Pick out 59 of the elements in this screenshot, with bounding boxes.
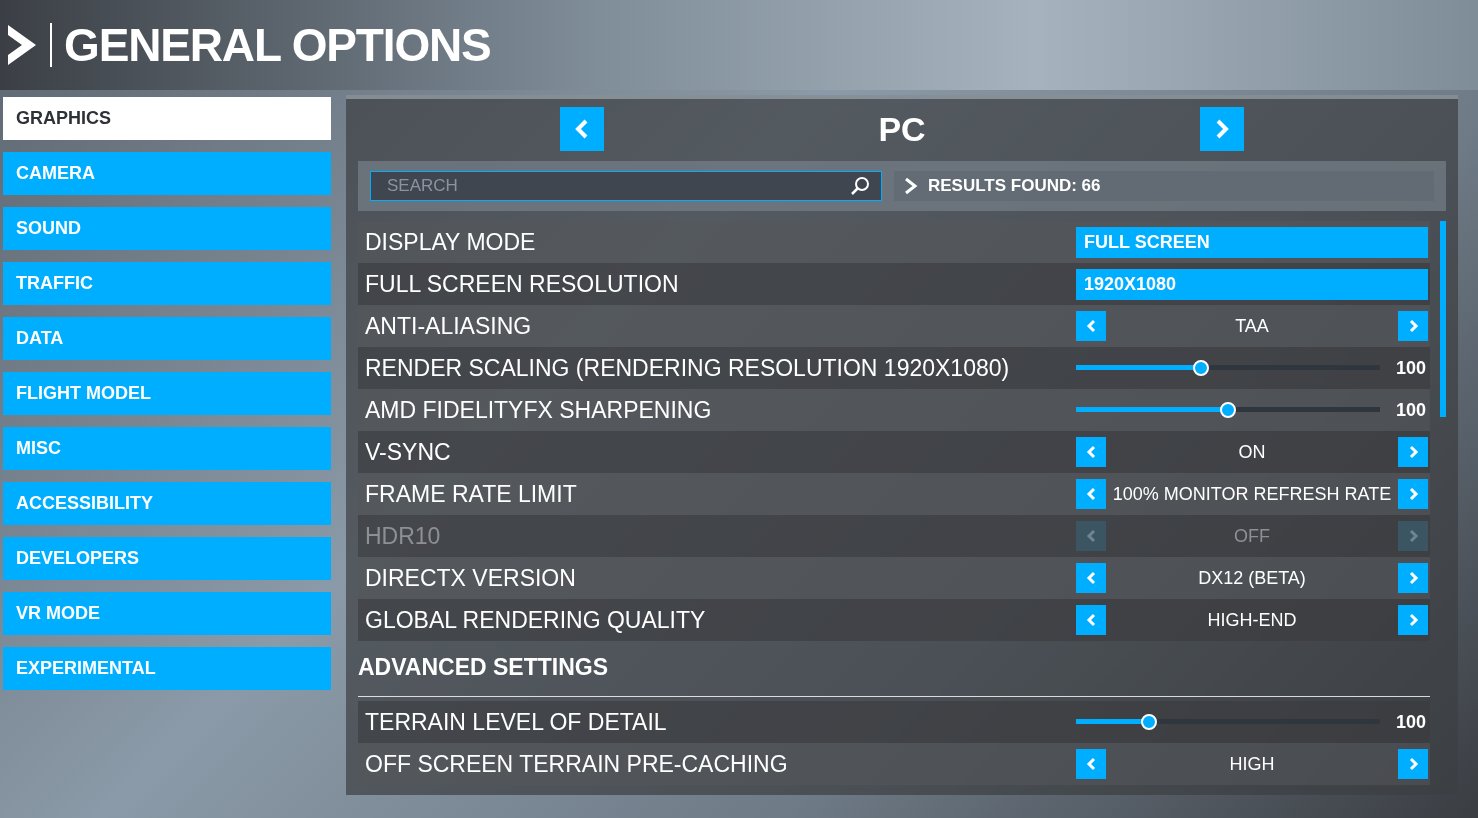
previous-button[interactable] [1076, 479, 1107, 509]
setting-label: GLOBAL RENDERING QUALITY [365, 605, 706, 635]
setting-label: DISPLAY MODE [365, 227, 536, 257]
search-field[interactable]: SEARCH [370, 171, 882, 201]
next-button[interactable] [1398, 563, 1429, 593]
sidebar-tab[interactable]: MISC [3, 427, 331, 470]
sidebar-tab[interactable]: ACCESSIBILITY [3, 482, 331, 525]
setting-label: V-SYNC [365, 437, 451, 467]
next-button[interactable] [1398, 749, 1429, 779]
selector-value: OFF [1233, 524, 1272, 548]
setting-label: FULL SCREEN RESOLUTION [365, 269, 679, 299]
previous-button[interactable] [1076, 563, 1107, 593]
slider-thumb[interactable] [1141, 714, 1157, 730]
setting-label: AMD FIDELITYFX SHARPENING [365, 395, 712, 425]
sidebar-tab[interactable]: SOUND [3, 207, 331, 250]
next-button[interactable] [1398, 605, 1429, 635]
sidebar-tab[interactable]: GRAPHICS [3, 97, 331, 140]
sidebar-tab[interactable]: FLIGHT MODEL [3, 372, 331, 415]
results-count: RESULTS FOUND: 66 [928, 175, 1101, 198]
previous-button[interactable] [1076, 311, 1107, 341]
search-icon [850, 176, 870, 196]
setting-label: FRAME RATE LIMIT [365, 479, 577, 509]
setting-label: RENDER SCALING (RENDERING RESOLUTION 1920X1080) [365, 353, 1010, 383]
setting-label: TERRAIN LEVEL OF DETAIL [365, 707, 667, 737]
sidebar-tab[interactable]: DATA [3, 317, 331, 360]
selector-value: 100% MONITOR REFRESH RATE [1111, 482, 1393, 506]
page-title: GENERAL OPTIONS [64, 17, 491, 73]
slider-value: 100 [1395, 356, 1428, 380]
chevron-icon [6, 23, 38, 67]
selector-value: HIGH [1228, 752, 1276, 776]
slider-value: 100 [1395, 710, 1428, 734]
previous-button[interactable] [1076, 605, 1107, 635]
previous-button[interactable] [1076, 437, 1107, 467]
selector-value: TAA [1234, 314, 1270, 338]
setting-label: ANTI-ALIASING [365, 311, 532, 341]
profile-title: PC [878, 108, 926, 150]
slider-value: 100 [1395, 398, 1428, 422]
selector-value: HIGH-END [1206, 608, 1298, 632]
setting-label: HDR10 [365, 521, 441, 551]
next-button[interactable] [1398, 479, 1429, 509]
setting-label: DIRECTX VERSION [365, 563, 576, 593]
sidebar-tab[interactable]: CAMERA [3, 152, 331, 195]
dropdown[interactable]: 1920X1080 [1076, 268, 1429, 300]
next-button[interactable] [1398, 311, 1429, 341]
dropdown[interactable]: FULL SCREEN [1076, 226, 1429, 258]
scrollbar[interactable] [1440, 221, 1446, 417]
setting-label: OFF SCREEN TERRAIN PRE-CACHING [365, 749, 788, 779]
section-heading: ADVANCED SETTINGS [358, 652, 609, 682]
previous-button[interactable] [1076, 749, 1107, 779]
slider-thumb[interactable] [1220, 402, 1237, 418]
slider-thumb[interactable] [1192, 360, 1209, 376]
selector-value: ON [1237, 440, 1267, 464]
sidebar-tab[interactable]: EXPERIMENTAL [3, 647, 331, 690]
sidebar-tab[interactable]: VR MODE [3, 592, 331, 635]
chevron-icon [904, 177, 918, 195]
sidebar-tab[interactable]: DEVELOPERS [3, 537, 331, 580]
selector-value: DX12 (BETA) [1197, 566, 1307, 590]
sidebar-tab[interactable]: TRAFFIC [3, 262, 331, 305]
next-button[interactable] [1398, 437, 1429, 467]
